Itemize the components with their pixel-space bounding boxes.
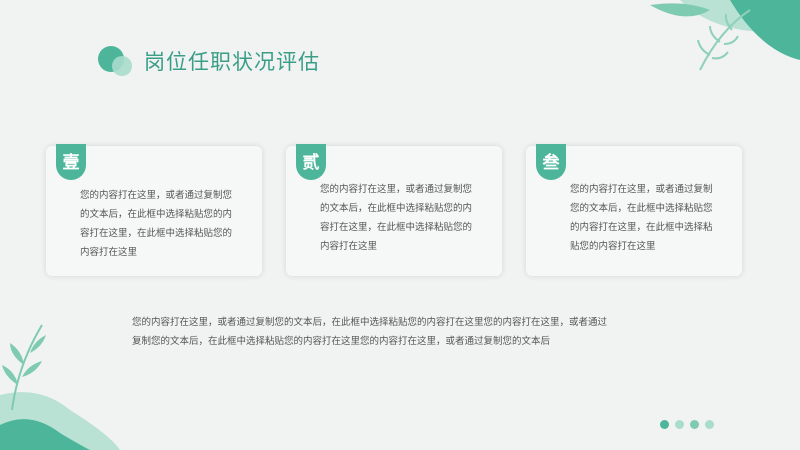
card-badge: 叁 [536,144,566,180]
card-text: 您的内容打在这里，或者通过复制您的文本后，在此框中选择粘贴您的内容打在这里，在此… [570,184,713,252]
card-1: 壹 您的内容打在这里，或者通过复制您的文本后，在此框中选择粘贴您的内容打在这里，… [46,144,262,276]
pager-dot-2[interactable] [675,420,684,429]
card-3: 叁 您的内容打在这里，或者通过复制您的文本后，在此框中选择粘贴您的内容打在这里，… [526,144,742,276]
body-text: 您的内容打在这里，或者通过复制您的文本后，在此框中选择粘贴您的内容打在这里您的内… [132,317,608,347]
title-circles-icon [98,44,134,78]
page-title: 岗位任职状况评估 [144,50,320,74]
title-group: 岗位任职状况评估 [98,44,320,78]
card-text: 您的内容打在这里，或者通过复制您的文本后，在此框中选择粘贴您的内容打在这里，在此… [320,184,473,252]
card-badge: 贰 [296,144,326,180]
leaf-decoration-top-right [650,0,800,71]
pager-dots [660,420,714,429]
leaf-decoration-bottom-left [0,324,120,450]
pager-dot-1[interactable] [660,420,669,429]
slide: 岗位任职状况评估 壹 您的内容打在这里，或者通过复制您的文本后，在此框中选择粘贴… [0,0,800,450]
card-2: 贰 您的内容打在这里，或者通过复制您的文本后，在此框中选择粘贴您的内容打在这里，… [286,144,502,276]
pager-dot-4[interactable] [705,420,714,429]
card-badge: 壹 [56,144,86,180]
pager-dot-3[interactable] [690,420,699,429]
card-text: 您的内容打在这里，或者通过复制您的文本后，在此框中选择粘贴您的内容打在这里，在此… [80,190,233,258]
